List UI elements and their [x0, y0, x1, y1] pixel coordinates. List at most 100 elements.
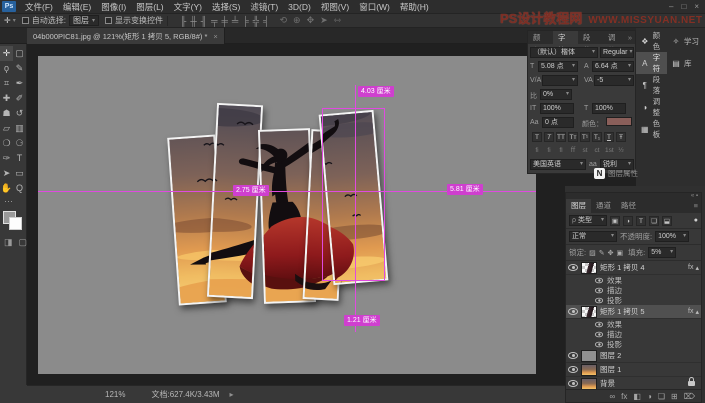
- tab-color[interactable]: 颜色: [528, 31, 553, 44]
- font-style-select[interactable]: Regular▾: [600, 47, 634, 58]
- hand-tool[interactable]: ✋: [0, 181, 13, 196]
- visibility-eye-icon[interactable]: [568, 264, 578, 271]
- fx-collapse-icon[interactable]: ▴: [695, 264, 699, 272]
- path-selection-tool[interactable]: ➤: [0, 166, 13, 181]
- menu-image[interactable]: 图像(I): [96, 0, 131, 14]
- layer-row-rect-copy5[interactable]: 矩形 1 拷贝 5 fx▴: [566, 305, 701, 319]
- effect-row[interactable]: 效果: [566, 319, 701, 329]
- filter-pixel-icon[interactable]: ▣: [610, 216, 620, 226]
- 3d-scale-icon[interactable]: ⇿: [334, 15, 342, 26]
- align-right-icon[interactable]: ╢: [201, 16, 207, 26]
- menu-edit[interactable]: 编辑(E): [58, 0, 96, 14]
- tab-paragraph[interactable]: 段落: [578, 31, 603, 44]
- layer-row-layer1[interactable]: 图层 1: [566, 363, 701, 377]
- marquee-tool[interactable]: ▢: [13, 46, 26, 61]
- lock-position-icon[interactable]: ✥: [608, 249, 614, 257]
- dodge-tool[interactable]: ⚆: [13, 136, 26, 151]
- auto-select-checkbox[interactable]: [22, 17, 29, 24]
- panel-icon-adjustments[interactable]: ◑调整: [636, 96, 667, 118]
- minimize-button[interactable]: –: [669, 2, 673, 11]
- blur-tool[interactable]: ❍: [0, 136, 13, 151]
- swash-button[interactable]: ﬀ: [568, 145, 578, 155]
- tab-paths[interactable]: 路径: [616, 199, 641, 213]
- font-size-input[interactable]: 5.08 点▾: [538, 61, 578, 72]
- lock-transparency-icon[interactable]: ▨: [589, 249, 596, 257]
- crop-tool[interactable]: ⌗: [0, 76, 13, 91]
- quick-selection-tool[interactable]: ✎: [13, 61, 26, 76]
- effect-row[interactable]: 效果: [566, 275, 701, 285]
- document-tab[interactable]: 04b000PIC81.jpg @ 121%(矩形 1 拷贝 5, RGB/8#…: [27, 28, 225, 44]
- shape-tool[interactable]: ▭: [13, 166, 26, 181]
- menu-filter[interactable]: 滤镜(T): [245, 0, 283, 14]
- 3d-pan-icon[interactable]: ✥: [307, 15, 315, 26]
- filter-shape-icon[interactable]: ❏: [649, 216, 659, 226]
- visibility-eye-icon[interactable]: [595, 277, 603, 283]
- layer-thumbnail[interactable]: [581, 378, 597, 390]
- tab-character[interactable]: 字符: [553, 31, 578, 44]
- maximize-button[interactable]: □: [681, 2, 686, 11]
- type-tool[interactable]: T: [13, 151, 26, 166]
- effect-row[interactable]: 描边: [566, 285, 701, 295]
- vertical-scale-input[interactable]: 100%: [540, 103, 574, 114]
- filter-adjustment-icon[interactable]: ◑: [623, 216, 633, 226]
- document-canvas[interactable]: 4.03 厘米 2.75 厘米 5.81 厘米 1.21 厘米: [38, 56, 536, 374]
- menu-layer[interactable]: 图层(L): [131, 0, 168, 14]
- underline-button[interactable]: T: [604, 132, 614, 142]
- language-select[interactable]: 美国英语▾: [530, 159, 586, 170]
- fx-badge[interactable]: fx: [688, 264, 693, 271]
- distribute-right-icon[interactable]: ╡: [263, 16, 269, 26]
- panel-icon-color[interactable]: ❖颜色: [636, 30, 667, 52]
- brush-tool[interactable]: ✐: [13, 91, 26, 106]
- layer-thumbnail[interactable]: [581, 306, 597, 318]
- align-center-v-icon[interactable]: ╪: [222, 16, 228, 26]
- faux-bold-button[interactable]: T: [532, 132, 542, 142]
- edit-toolbar-icon[interactable]: ⋯: [0, 196, 26, 207]
- leading-input[interactable]: 6.64 点▾: [592, 61, 634, 72]
- tab-close-icon[interactable]: ×: [213, 32, 217, 41]
- 3d-slide-icon[interactable]: ➤: [320, 15, 328, 26]
- 3d-roll-icon[interactable]: ⊕: [293, 15, 301, 26]
- status-arrow-icon[interactable]: ▸: [230, 390, 234, 399]
- fill-input[interactable]: 5%▾: [648, 247, 676, 258]
- baseline-shift-input[interactable]: 0 点: [542, 117, 574, 128]
- close-button[interactable]: ×: [694, 2, 699, 11]
- clone-stamp-tool[interactable]: ☗: [0, 106, 13, 121]
- eyedropper-tool[interactable]: ✒: [13, 76, 26, 91]
- text-color-swatch[interactable]: [606, 117, 632, 126]
- tab-overflow-icon[interactable]: »: [628, 31, 635, 44]
- layer-thumbnail[interactable]: [581, 262, 597, 274]
- effect-row[interactable]: 描边: [566, 329, 701, 339]
- menu-3d[interactable]: 3D(D): [283, 0, 316, 14]
- layer-mask-icon[interactable]: ◧: [633, 392, 641, 401]
- align-bottom-icon[interactable]: ╧: [232, 16, 238, 26]
- color-swatches[interactable]: [3, 211, 23, 231]
- subscript-button[interactable]: T₁: [592, 132, 602, 142]
- tracking-input[interactable]: -5▾: [594, 75, 634, 86]
- fx-collapse-icon[interactable]: ▴: [695, 308, 699, 316]
- pen-tool[interactable]: ✑: [0, 151, 13, 166]
- show-transform-checkbox[interactable]: [105, 17, 112, 24]
- panel-icon-paragraph[interactable]: ¶段落: [636, 74, 667, 96]
- adjustment-layer-icon[interactable]: ◑: [647, 392, 652, 401]
- visibility-eye-icon[interactable]: [595, 341, 603, 347]
- filter-type-icon[interactable]: T: [636, 216, 646, 226]
- blend-mode-select[interactable]: 正常▾: [569, 231, 617, 242]
- zoom-level-input[interactable]: 121%: [105, 390, 125, 399]
- healing-brush-tool[interactable]: ✚: [0, 91, 13, 106]
- panel-icon-swatches[interactable]: ▦色板: [636, 118, 667, 140]
- tab-adjust[interactable]: 调整: [603, 31, 628, 44]
- align-top-icon[interactable]: ╤: [211, 16, 217, 26]
- align-left-icon[interactable]: ╟: [180, 16, 186, 26]
- layer-row-rect-copy4[interactable]: 矩形 1 拷贝 4 fx▴: [566, 261, 701, 275]
- stylistic-alt-button[interactable]: st: [580, 145, 590, 155]
- discretionary-lig-button[interactable]: ﬂ: [556, 145, 566, 155]
- photo-strip-2[interactable]: [207, 103, 263, 299]
- menu-view[interactable]: 视图(V): [316, 0, 354, 14]
- opacity-input[interactable]: 100%▾: [655, 231, 689, 242]
- quick-mask-icon[interactable]: ◨: [4, 237, 13, 248]
- panel-icon-learn[interactable]: ✧学习: [667, 30, 705, 52]
- lock-all-icon[interactable]: ▣: [616, 249, 623, 257]
- new-group-icon[interactable]: ❏: [658, 392, 665, 401]
- effect-row[interactable]: 投影: [566, 339, 701, 349]
- menu-window[interactable]: 窗口(W): [354, 0, 395, 14]
